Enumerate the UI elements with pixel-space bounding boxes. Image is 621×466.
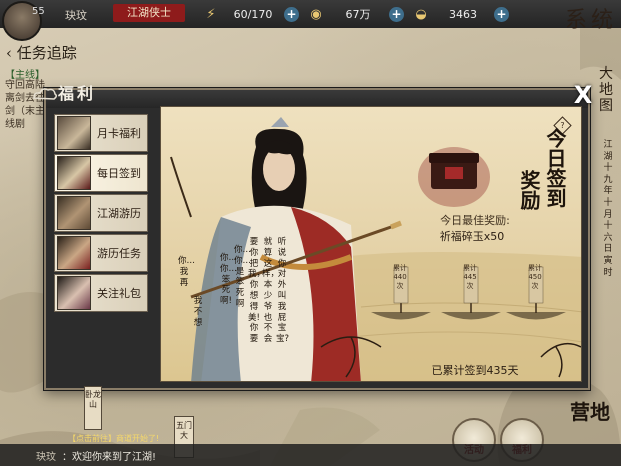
- best-reward-item[interactable]: 祈福碎玉x50: [412, 228, 532, 244]
- coin-icon: ◉: [310, 6, 322, 22]
- location-sign-left[interactable]: 卧龙山: [84, 386, 102, 430]
- character-portrait: [57, 276, 91, 310]
- speech-line-7: 你…我再: [178, 256, 196, 288]
- close-icon: X: [573, 81, 593, 109]
- menu-item-monthly-card[interactable]: 月卡福利: [54, 114, 148, 152]
- menu-item-label: 江湖游历: [97, 207, 141, 220]
- speech-line-2: 就算这样，本少爷也不会: [262, 237, 280, 345]
- resource-bar: 55 玦玟 江湖侠士 ⚡ 60/170 + ◉ 67万 + ◒ 3463 +: [0, 0, 621, 41]
- player-name: 玦玟: [65, 9, 87, 22]
- ingot-resource: ◒ 3463 +: [410, 3, 509, 25]
- checkin-vertical-title: 今日签到 奖励: [516, 126, 570, 210]
- menu-item-label: 每日签到: [97, 167, 141, 180]
- speech-line-1: 听说你对外叫我屁宝宝?: [276, 237, 290, 345]
- menu-item-follow-gift[interactable]: 关注礼包: [54, 274, 148, 312]
- add-coin-button[interactable]: +: [389, 6, 404, 22]
- coin-value: 67万: [345, 8, 371, 21]
- milestone-label-2[interactable]: 累计445次: [463, 264, 477, 291]
- menu-item-jianghu-travel[interactable]: 江湖游历: [54, 194, 148, 232]
- ingot-value: 3463: [449, 7, 477, 21]
- speech-line-6: 我不想: [193, 296, 203, 328]
- character-portrait: [57, 116, 91, 150]
- reward-chest-icon: [418, 147, 490, 207]
- speech-line-5: 你…你…笨死啊!: [220, 253, 238, 307]
- milestone-label-1[interactable]: 累计440次: [393, 264, 407, 291]
- best-reward-caption: 今日最佳奖励:: [440, 214, 510, 227]
- menu-item-label: 关注礼包: [97, 287, 141, 300]
- character-portrait: [57, 196, 91, 230]
- menu-item-label: 游历任务: [97, 247, 141, 260]
- menu-item-daily-checkin[interactable]: 每日签到: [54, 154, 148, 192]
- camp-button[interactable]: 营地: [570, 400, 610, 424]
- chat-sender: 玦玟: [36, 452, 56, 463]
- cloud-ornament-icon: [33, 88, 58, 100]
- chat-notice[interactable]: 【点击前往】商道开始了!: [68, 433, 159, 444]
- vertical-title-col-2: 奖励: [517, 170, 541, 210]
- quest-tracker-label: 任务追踪: [16, 44, 77, 62]
- player-title-badge[interactable]: 江湖侠士: [113, 4, 185, 22]
- dialog-title: 福利: [58, 84, 97, 103]
- menu-item-travel-tasks[interactable]: 游历任务: [54, 234, 148, 272]
- chat-message: ：欢迎你来到了江湖!: [62, 452, 157, 463]
- player-level: 55: [32, 6, 45, 17]
- character-portrait: [57, 156, 91, 190]
- menu-item-label: 月卡福利: [97, 127, 141, 140]
- stamina-resource: ⚡ 60/170 +: [200, 3, 299, 25]
- lightning-icon: ⚡: [206, 6, 216, 22]
- stamina-value: 60/170: [233, 7, 273, 21]
- add-stamina-button[interactable]: +: [284, 6, 299, 22]
- quest-tracker-title[interactable]: ‹ 任务追踪: [6, 42, 77, 63]
- vertical-title-col-1: 今日签到: [543, 128, 567, 208]
- game-date: 江湖十九年十月十六日寅时: [603, 140, 613, 278]
- chevron-left-icon: ‹: [6, 44, 17, 62]
- ingot-icon: ◒: [415, 6, 427, 22]
- milestone-label-3[interactable]: 累计450次: [528, 264, 542, 291]
- character-portrait: [57, 236, 91, 270]
- add-ingot-button[interactable]: +: [494, 6, 509, 22]
- total-checkin-days: 已累计签到435天: [431, 364, 519, 377]
- system-button[interactable]: 系统: [565, 2, 617, 34]
- coin-resource: ◉ 67万 +: [305, 3, 404, 25]
